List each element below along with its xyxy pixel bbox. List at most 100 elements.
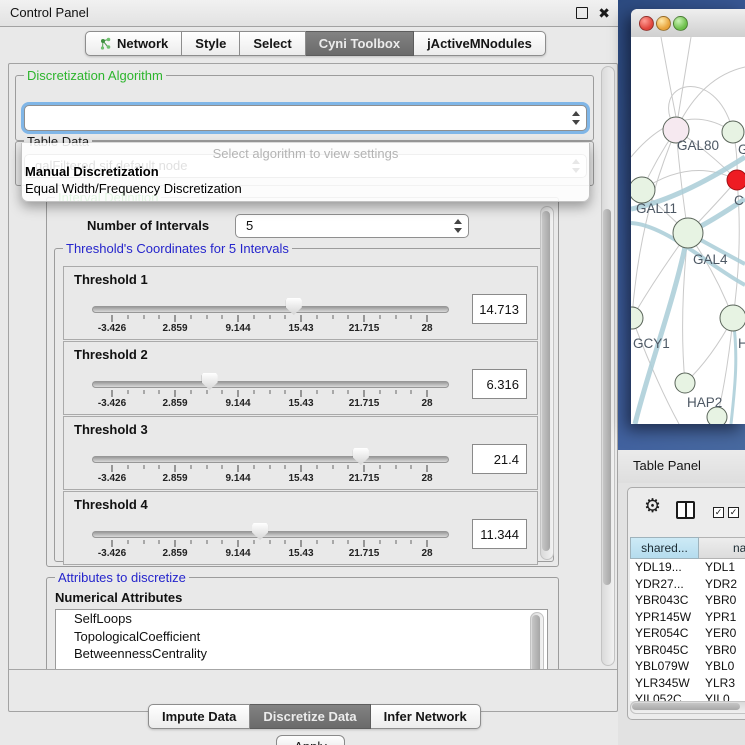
slider-tick-label: 21.715: [349, 548, 380, 559]
gear-icon[interactable]: ⚙: [644, 497, 661, 516]
table-row[interactable]: YBR045CYBR0: [630, 642, 745, 659]
interval-scrollbar[interactable]: [540, 206, 554, 560]
table-row[interactable]: YDL19...YDL1: [630, 559, 745, 576]
table-row[interactable]: YBR043CYBR0: [630, 592, 745, 609]
column-header-shared[interactable]: shared...: [630, 537, 699, 559]
table-row[interactable]: YER054CYER0: [630, 625, 745, 642]
algorithm-combobox[interactable]: [24, 105, 587, 131]
column-header-name[interactable]: na: [699, 537, 745, 559]
slider-tick: [332, 390, 333, 394]
checkbox-icon-2[interactable]: ✓: [728, 507, 739, 518]
network-view-window[interactable]: GAL80 GA C GAL11 GAL4 GCY1 H HAP2: [631, 9, 745, 424]
panel-scrollbar[interactable]: [601, 66, 615, 666]
svg-text:GAL11: GAL11: [636, 201, 677, 216]
table-row[interactable]: YLR345WYLR3: [630, 675, 745, 692]
slider-tick: [238, 390, 239, 397]
tab-cyni-toolbox[interactable]: Cyni Toolbox: [306, 31, 414, 56]
numerical-attributes-list[interactable]: SelfLoopsTopologicalCoefficientBetweenne…: [55, 609, 548, 670]
table-cell: YIL052C: [630, 691, 699, 701]
threshold-4-value-field[interactable]: [472, 519, 527, 549]
threshold-4-slider[interactable]: -3.4262.8599.14415.4321.71528: [112, 492, 427, 564]
slider-knob[interactable]: [353, 448, 369, 465]
number-of-intervals-combobox[interactable]: 5: [235, 214, 469, 238]
slider-tick: [379, 465, 380, 469]
slider-tick: [127, 315, 128, 319]
window-close-icon[interactable]: [639, 16, 654, 31]
node-gcy1[interactable]: [631, 307, 643, 329]
slider-tick: [301, 315, 302, 322]
discretization-algorithm-label: Discretization Algorithm: [24, 68, 166, 83]
slider-tick-label: -3.426: [98, 473, 126, 484]
node-gal11[interactable]: [631, 177, 655, 203]
table-cell: YDL1: [699, 559, 745, 576]
apply-button[interactable]: Apply: [276, 735, 345, 745]
slider-tick-label: 21.715: [349, 323, 380, 334]
threshold-1-slider[interactable]: -3.4262.8599.14415.4321.71528: [112, 267, 427, 339]
slider-tick: [190, 390, 191, 394]
attributes-list-scrollbar[interactable]: [530, 612, 544, 670]
thresholds-group: Threshold's Coordinates for 5 Intervals …: [54, 248, 554, 562]
slider-tick: [395, 390, 396, 394]
node-gal4[interactable]: [673, 218, 703, 248]
tab-discretize-data[interactable]: Discretize Data: [250, 704, 370, 729]
table-cell: YPR145W: [630, 609, 699, 626]
float-window-icon[interactable]: [576, 7, 588, 19]
attribute-list-item[interactable]: SelfLoops: [56, 610, 547, 628]
table-panel-title: Table Panel: [633, 458, 701, 473]
node-ga[interactable]: [722, 121, 744, 143]
interval-scrollbar-thumb[interactable]: [542, 211, 550, 551]
algorithm-option-manual[interactable]: Manual Discretization: [25, 164, 159, 179]
slider-tick: [427, 465, 428, 472]
close-icon[interactable]: ✖: [598, 4, 610, 22]
slider-tick: [112, 465, 113, 472]
checkbox-icon-1[interactable]: ✓: [713, 507, 724, 518]
table-row[interactable]: YDR27...YDR2: [630, 576, 745, 593]
algorithm-option-equal-width[interactable]: Equal Width/Frequency Discretization: [25, 181, 242, 196]
attribute-list-item[interactable]: BetweennessCentrality: [56, 645, 547, 663]
table-row[interactable]: YIL052CYIL0: [630, 691, 745, 701]
panel-scrollbar-thumb[interactable]: [603, 209, 611, 585]
number-of-intervals-value: 5: [246, 218, 253, 233]
table-horizontal-scrollbar[interactable]: [630, 701, 745, 714]
slider-tick: [411, 390, 412, 394]
node-red[interactable]: [727, 170, 745, 190]
threshold-1-value-field[interactable]: [472, 294, 527, 324]
network-window-titlebar[interactable]: [631, 9, 745, 38]
slider-knob[interactable]: [286, 298, 302, 315]
tab-infer-network[interactable]: Infer Network: [371, 704, 481, 729]
slider-tick-label: 9.144: [225, 323, 250, 334]
network-canvas[interactable]: GAL80 GA C GAL11 GAL4 GCY1 H HAP2: [631, 37, 745, 424]
table-horizontal-scrollbar-thumb[interactable]: [632, 703, 740, 710]
tab-jactivemnodules[interactable]: jActiveMNodules: [414, 31, 546, 56]
node-hap2[interactable]: [675, 373, 695, 393]
svg-text:HAP2: HAP2: [687, 395, 722, 410]
table-cell: YER0: [699, 625, 745, 642]
threshold-3-value-field[interactable]: [472, 444, 527, 474]
table-row[interactable]: YBL079WYBL0: [630, 658, 745, 675]
threshold-3-slider[interactable]: -3.4262.8599.14415.4321.71528: [112, 417, 427, 489]
tab-select[interactable]: Select: [240, 31, 305, 56]
slider-tick: [316, 465, 317, 469]
table-rows[interactable]: YDL19...YDL1YDR27...YDR2YBR043CYBR0YPR14…: [630, 559, 745, 701]
slider-knob[interactable]: [202, 373, 218, 390]
slider-tick: [285, 390, 286, 394]
split-columns-icon[interactable]: [676, 501, 695, 519]
window-zoom-icon[interactable]: [673, 16, 688, 31]
threshold-2-slider[interactable]: -3.4262.8599.14415.4321.71528: [112, 342, 427, 414]
table-panel: Table Panel ⚙ ✓ ✓ shared... na YDL19...Y…: [618, 450, 745, 745]
table-row[interactable]: YPR145WYPR1: [630, 609, 745, 626]
slider-tick: [411, 315, 412, 319]
slider-tick: [253, 390, 254, 394]
threshold-2-panel: Threshold 2 -3.4262.8599.14415.4321.7152…: [63, 341, 538, 415]
slider-tick: [348, 315, 349, 319]
attribute-list-item[interactable]: TopologicalCoefficient: [56, 628, 547, 646]
node-h[interactable]: [720, 305, 745, 331]
threshold-2-value-field[interactable]: [472, 369, 527, 399]
tab-style[interactable]: Style: [182, 31, 240, 56]
slider-knob[interactable]: [252, 523, 268, 540]
window-minimize-icon[interactable]: [656, 16, 671, 31]
tab-impute-data[interactable]: Impute Data: [148, 704, 250, 729]
tab-network[interactable]: Network: [85, 31, 182, 56]
attributes-list-scrollbar-thumb[interactable]: [532, 615, 540, 670]
table-cell: YDR2: [699, 576, 745, 593]
